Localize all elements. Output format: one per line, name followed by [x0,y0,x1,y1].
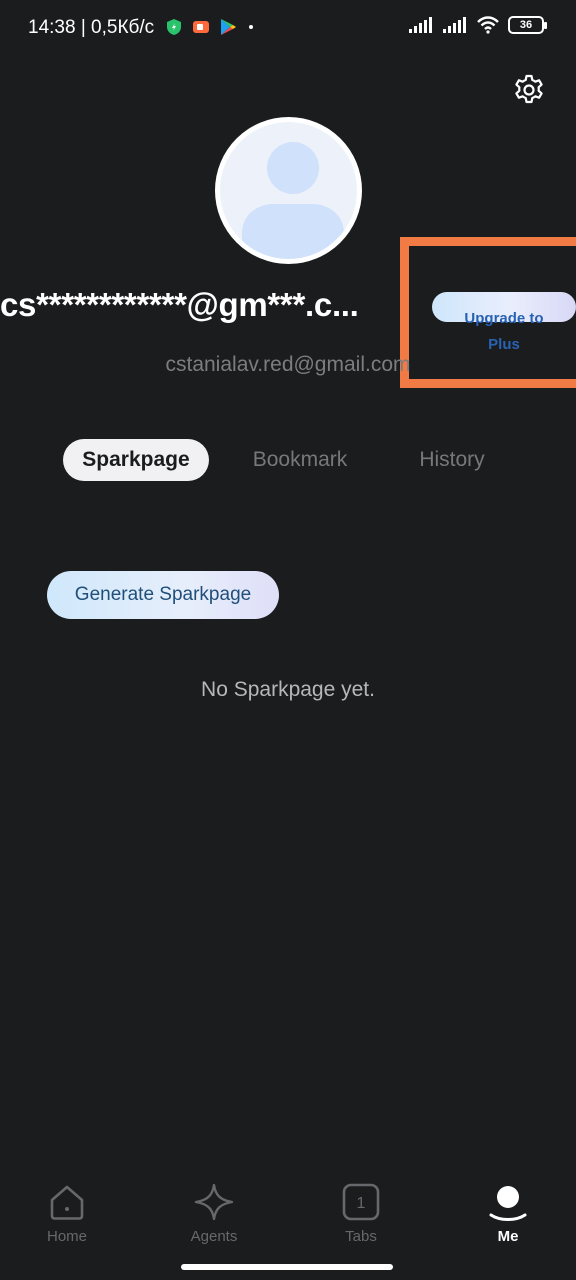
username: cs************@gm***.c... [0,286,359,323]
nav-home[interactable]: Home [12,1183,122,1253]
play-store-icon [221,19,236,35]
avatar-placeholder [220,122,357,259]
nav-tabs-label: Tabs [345,1228,377,1245]
tab-bookmark[interactable]: Bookmark [236,439,364,481]
nav-agents-label: Agents [190,1228,238,1245]
battery-icon: 36 [508,16,547,34]
user-email: cstanialav.red@gmail.com [0,353,576,377]
home-icon [50,1185,84,1220]
profile-icon [489,1186,527,1221]
tabs-icon: 1 [342,1183,380,1221]
signal-icon-2 [443,17,466,33]
content-tabs: Sparkpage Bookmark History [0,439,576,481]
sparkle-icon [194,1183,234,1221]
tab-sparkpage[interactable]: Sparkpage [63,439,209,481]
avatar[interactable] [215,117,362,264]
status-bar: 14:38 | 0,5Кб/с 36 [0,0,576,56]
email-text: cstanialav.red@gmail.com [165,353,411,376]
nav-agents[interactable]: Agents [159,1183,269,1253]
generate-sparkpage-button[interactable]: Generate Sparkpage [47,571,279,619]
battery-level: 36 [519,19,533,31]
upgrade-to-plus-button[interactable]: Upgrade to Plus [432,292,576,353]
home-indicator[interactable] [181,1264,393,1270]
empty-state-text: No Sparkpage yet. [201,678,375,701]
gear-icon[interactable] [512,73,546,107]
nav-tabs[interactable]: 1 Tabs [306,1183,416,1253]
user-silhouette-icon [242,142,344,259]
wifi-icon [477,16,499,34]
vpn-shield-icon [167,19,181,35]
tabs-count: 1 [357,1195,366,1212]
status-notification-icons [166,18,256,36]
upgrade-label: Upgrade to Plus [464,310,544,353]
nav-me[interactable]: Me [453,1183,563,1253]
dot-icon [249,25,253,29]
status-time: 14:38 | 0,5Кб/с [28,17,155,38]
signal-icon [409,17,432,33]
tab-history[interactable]: History [400,439,504,481]
nav-me-label: Me [497,1228,519,1245]
status-system-icons: 36 [408,16,547,34]
recorder-icon [193,21,209,33]
nav-home-label: Home [46,1228,87,1245]
